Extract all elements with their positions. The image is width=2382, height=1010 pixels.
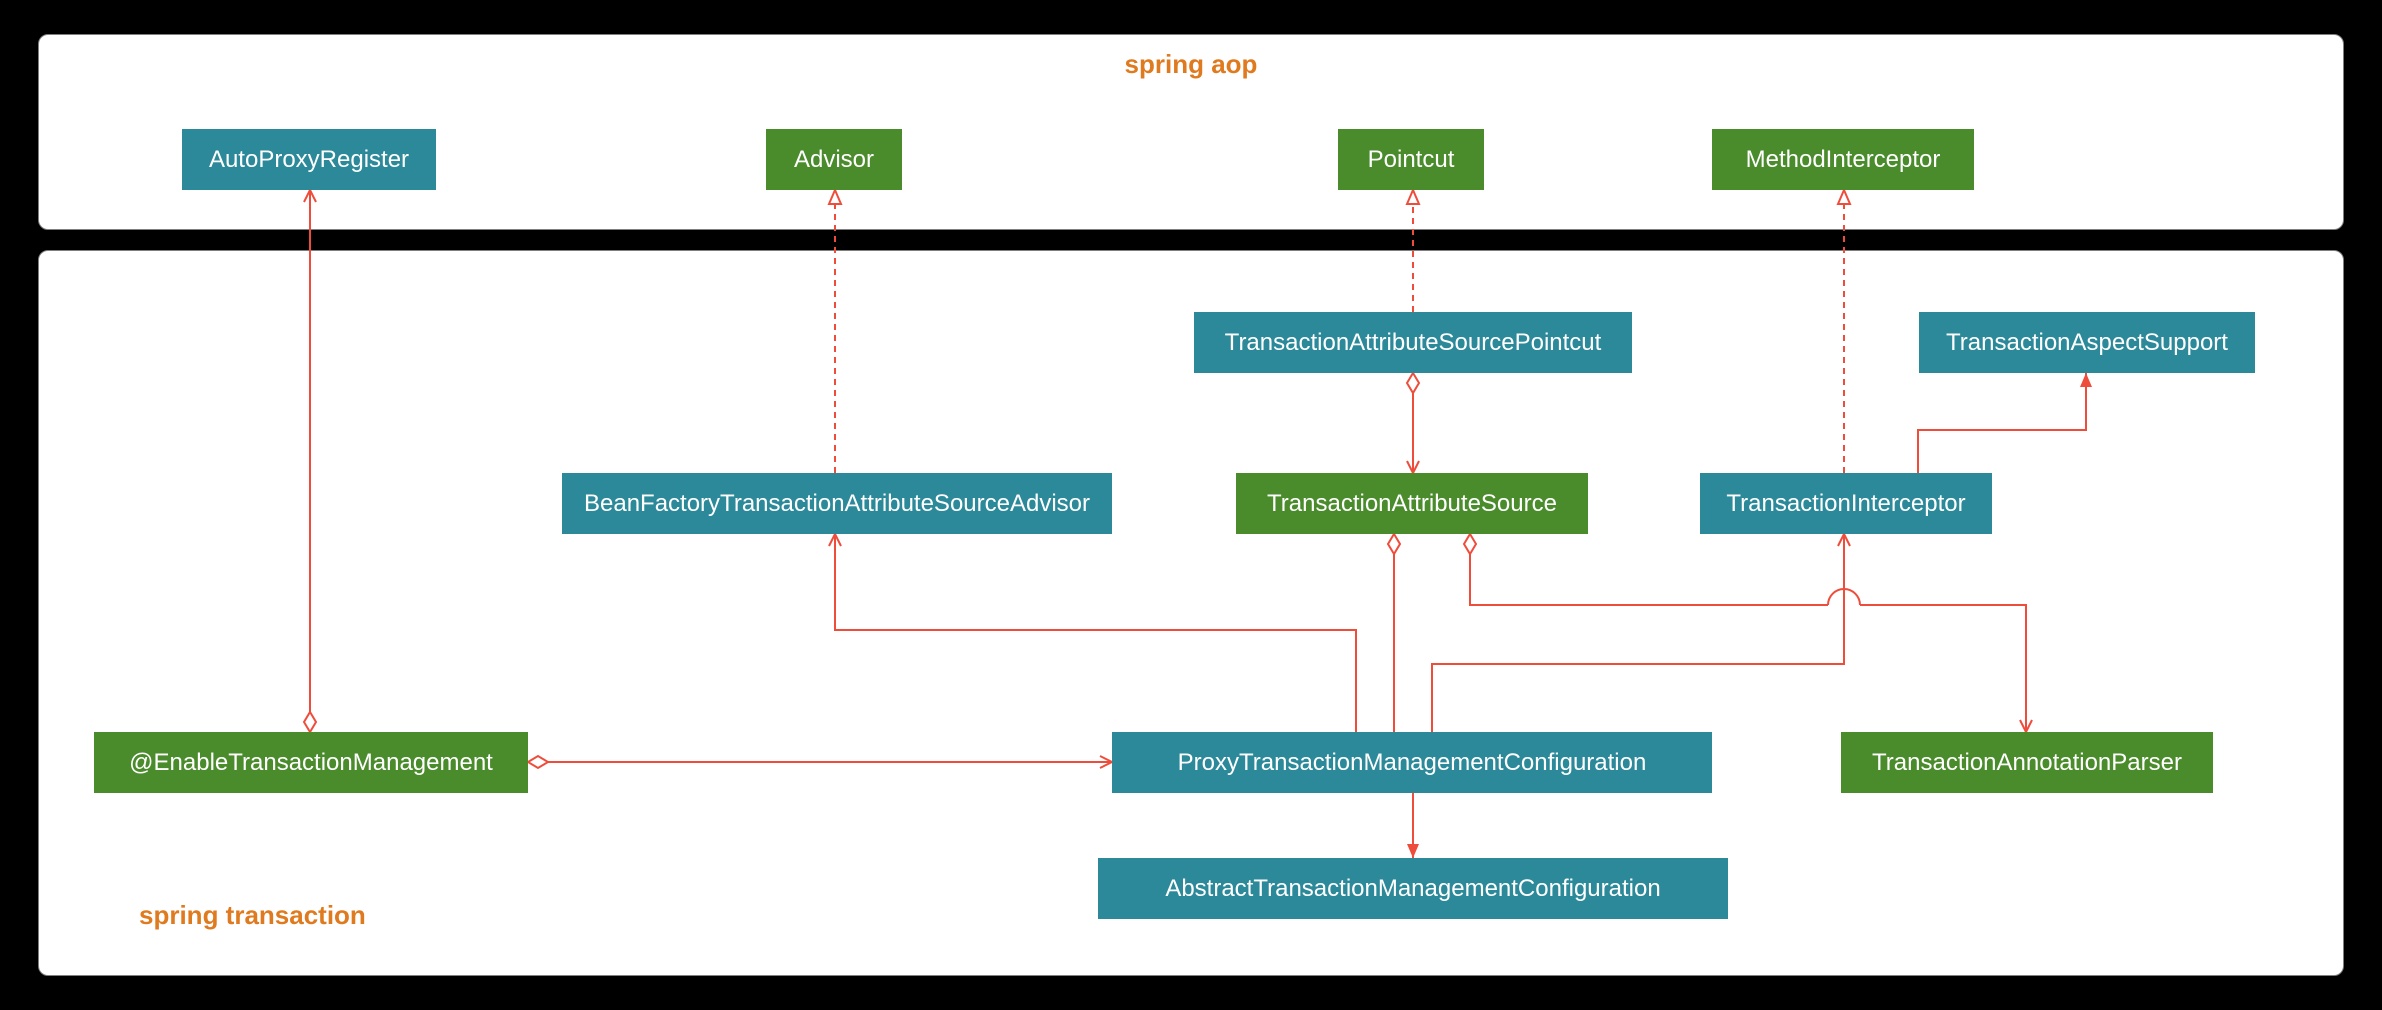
node-tx-attr-source-pointcut: TransactionAttributeSourcePointcut [1194,312,1632,373]
node-tx-interceptor: TransactionInterceptor [1700,473,1992,534]
node-abstract-tx-mgmt-config: AbstractTransactionManagementConfigurati… [1098,858,1728,919]
diagram-canvas: spring aop spring transaction AutoProxyR… [0,0,2382,1010]
node-method-interceptor: MethodInterceptor [1712,129,1974,190]
node-proxy-tx-mgmt-config: ProxyTransactionManagementConfiguration [1112,732,1712,793]
region-title-aop: spring aop [1125,49,1258,80]
node-tx-aspect-support: TransactionAspectSupport [1919,312,2255,373]
node-enable-tx-mgmt: @EnableTransactionManagement [94,732,528,793]
node-tx-attr-source: TransactionAttributeSource [1236,473,1588,534]
node-pointcut: Pointcut [1338,129,1484,190]
node-tx-annotation-parser: TransactionAnnotationParser [1841,732,2213,793]
node-bf-tx-attr-source-advisor: BeanFactoryTransactionAttributeSourceAdv… [562,473,1112,534]
region-title-tx: spring transaction [139,900,366,931]
node-auto-proxy-register: AutoProxyRegister [182,129,436,190]
node-advisor: Advisor [766,129,902,190]
